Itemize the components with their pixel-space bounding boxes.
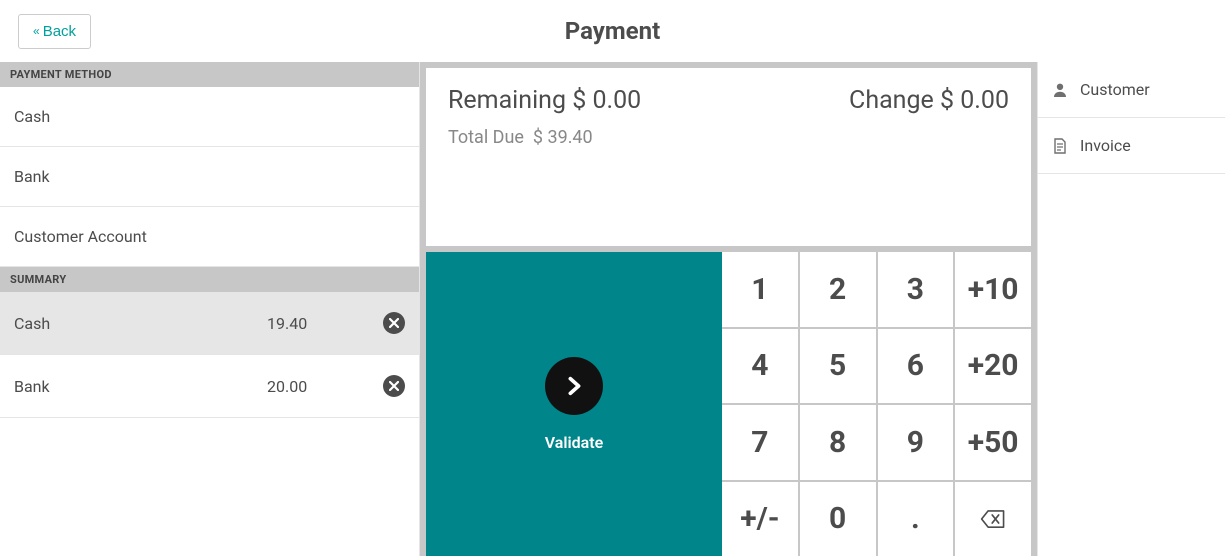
header: « Back Payment — [0, 0, 1225, 62]
delete-summary-button[interactable] — [383, 312, 405, 334]
key-plus50[interactable]: +50 — [955, 405, 1031, 480]
payment-info: Remaining $ 0.00 Change $ 0.00 Total Due… — [426, 68, 1031, 246]
key-plus20[interactable]: +20 — [955, 329, 1031, 404]
center-column: Remaining $ 0.00 Change $ 0.00 Total Due… — [420, 62, 1037, 556]
remaining-label: Remaining — [448, 86, 566, 115]
validate-button[interactable]: Validate — [426, 252, 722, 556]
info-top: Remaining $ 0.00 Change $ 0.00 — [448, 86, 1009, 115]
key-2[interactable]: 2 — [800, 252, 876, 327]
page-title: Payment — [0, 17, 1225, 45]
validate-label: Validate — [545, 433, 604, 452]
close-icon — [389, 381, 399, 391]
summary-row[interactable]: Cash 19.40 — [0, 292, 419, 355]
delete-summary-button[interactable] — [383, 375, 405, 397]
chevron-right-icon — [563, 375, 585, 397]
user-icon — [1052, 82, 1068, 98]
change-label: Change — [849, 86, 934, 115]
backspace-icon — [980, 509, 1006, 529]
chevron-left-icon: « — [33, 24, 37, 38]
summary-amount: 19.40 — [267, 314, 367, 333]
key-1[interactable]: 1 — [722, 252, 798, 327]
payment-method-cash[interactable]: Cash — [0, 87, 419, 147]
remaining-value: $ 0.00 — [572, 86, 641, 115]
key-3[interactable]: 3 — [878, 252, 954, 327]
invoice-label: Invoice — [1080, 136, 1131, 155]
total-due-value: $ 39.40 — [533, 127, 593, 148]
summary-name: Bank — [14, 377, 267, 396]
key-5[interactable]: 5 — [800, 329, 876, 404]
left-column: PAYMENT METHOD Cash Bank Customer Accoun… — [0, 62, 420, 556]
key-plusminus[interactable]: +/- — [722, 482, 798, 556]
customer-button[interactable]: Customer — [1038, 62, 1225, 118]
numpad: 1 2 3 +10 4 5 6 +20 7 8 9 +50 +/- 0 . — [722, 252, 1031, 556]
change: Change $ 0.00 — [849, 86, 1009, 115]
key-backspace[interactable] — [955, 482, 1031, 556]
key-9[interactable]: 9 — [878, 405, 954, 480]
file-icon — [1052, 138, 1068, 154]
total-due-label: Total Due — [448, 127, 524, 148]
payment-method-bank[interactable]: Bank — [0, 147, 419, 207]
remaining: Remaining $ 0.00 — [448, 86, 641, 115]
summary-name: Cash — [14, 314, 267, 333]
key-0[interactable]: 0 — [800, 482, 876, 556]
key-dot[interactable]: . — [878, 482, 954, 556]
right-column: Customer Invoice — [1037, 62, 1225, 556]
keypad-area: Validate 1 2 3 +10 4 5 6 +20 7 8 9 +50 +… — [426, 252, 1031, 556]
content: PAYMENT METHOD Cash Bank Customer Accoun… — [0, 62, 1225, 556]
back-label: Back — [43, 23, 76, 40]
change-value: $ 0.00 — [940, 86, 1009, 115]
key-6[interactable]: 6 — [878, 329, 954, 404]
invoice-button[interactable]: Invoice — [1038, 118, 1225, 174]
key-4[interactable]: 4 — [722, 329, 798, 404]
summary-header: SUMMARY — [0, 267, 419, 292]
payment-method-header: PAYMENT METHOD — [0, 62, 419, 87]
back-button[interactable]: « Back — [18, 14, 91, 49]
close-icon — [389, 318, 399, 328]
summary-amount: 20.00 — [267, 377, 367, 396]
key-plus10[interactable]: +10 — [955, 252, 1031, 327]
total-due: Total Due $ 39.40 — [448, 127, 1009, 148]
validate-circle — [545, 357, 603, 415]
key-7[interactable]: 7 — [722, 405, 798, 480]
key-8[interactable]: 8 — [800, 405, 876, 480]
payment-method-customer-account[interactable]: Customer Account — [0, 207, 419, 267]
customer-label: Customer — [1080, 80, 1150, 99]
summary-row[interactable]: Bank 20.00 — [0, 355, 419, 418]
